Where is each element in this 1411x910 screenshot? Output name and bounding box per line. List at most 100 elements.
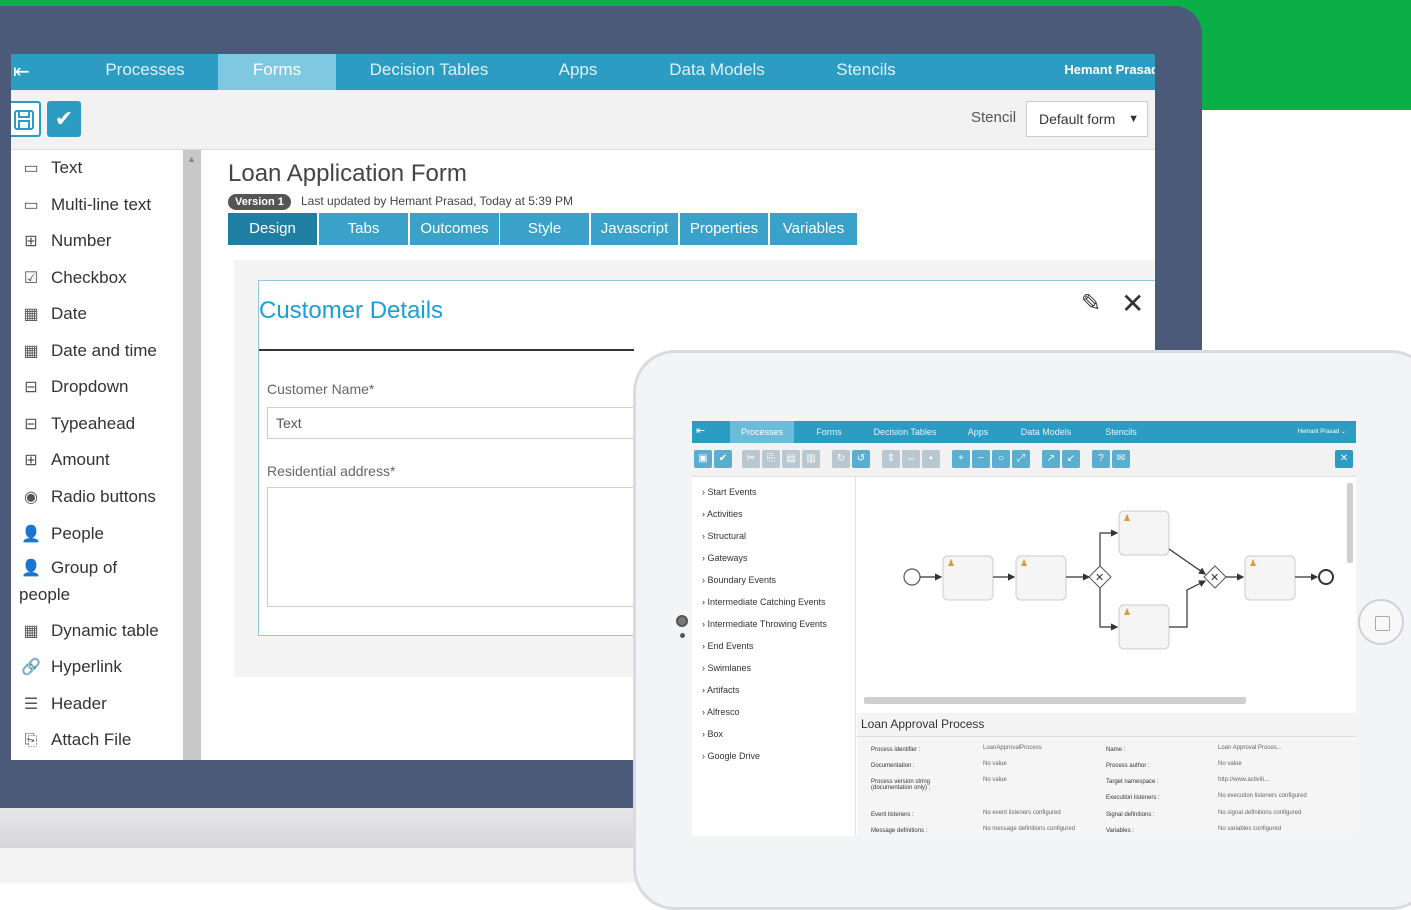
form-tab-outcomes[interactable]: Outcomes	[410, 213, 499, 245]
properties-header[interactable]: Loan Approval Process	[857, 713, 1356, 737]
form-tab-design[interactable]: Design	[228, 213, 317, 245]
palette-group-swimlanes[interactable]: › Swimlanes	[702, 663, 751, 673]
palette-item-date[interactable]: ▦ Date	[19, 299, 86, 329]
help-icon[interactable]: ?	[1092, 450, 1110, 468]
prop-value[interactable]: No value	[983, 777, 1007, 783]
palette-scrollbar[interactable]: ▲	[183, 150, 201, 760]
bend-add-icon[interactable]: ↗	[1042, 450, 1060, 468]
form-tab-javascript[interactable]: Javascript	[591, 213, 678, 245]
form-tab-variables[interactable]: Variables	[770, 213, 857, 245]
palette-item-people[interactable]: 👤 People	[19, 519, 104, 549]
bend-remove-icon[interactable]: ↙	[1062, 450, 1080, 468]
palette-item-date-and-time[interactable]: ▦ Date and time	[19, 336, 156, 366]
prop-value[interactable]: LoanApprovalProcess	[983, 745, 1042, 751]
palette-item-dynamic-table[interactable]: ▦ Dynamic table	[19, 616, 158, 646]
customer-name-input[interactable]: Text	[267, 407, 647, 439]
nav-tab-apps[interactable]: Apps	[538, 54, 618, 90]
align-horizontal-icon[interactable]: ⇔	[902, 450, 920, 468]
zoom-fit-icon[interactable]: ⤢	[1012, 450, 1030, 468]
prop-value[interactable]: Loan Approval Proces...	[1218, 745, 1282, 751]
prop-value[interactable]: No execution listeners configured	[1218, 793, 1307, 799]
validate-button[interactable]: ✔	[47, 101, 81, 137]
palette-item-header[interactable]: ☰ Header	[19, 689, 107, 719]
palette-group-alfresco[interactable]: › Alfresco	[702, 707, 740, 717]
tablet-nav-tab-stencils[interactable]: Stencils	[1096, 421, 1146, 443]
tablet-home-button[interactable]	[1358, 599, 1404, 645]
zoom-in-icon[interactable]: +	[952, 450, 970, 468]
palette-item-typeahead[interactable]: ⊟ Typeahead	[19, 409, 135, 439]
tablet-nav-tab-decision-tables[interactable]: Decision Tables	[868, 421, 942, 443]
nav-tab-forms[interactable]: Forms	[218, 54, 336, 96]
palette-item-number[interactable]: ⊞ Number	[19, 226, 111, 256]
scroll-up-icon[interactable]: ▲	[187, 154, 196, 164]
palette-item-radio-buttons[interactable]: ◉ Radio buttons	[19, 482, 156, 512]
prop-value[interactable]: No variables configured	[1218, 826, 1281, 832]
zoom-actual-icon[interactable]: ○	[992, 450, 1010, 468]
align-vertical-icon[interactable]: ⇕	[882, 450, 900, 468]
pencil-icon[interactable]: ✎	[1081, 289, 1101, 318]
prop-value[interactable]: No value	[983, 761, 1007, 767]
palette-item-hyperlink[interactable]: 🔗 Hyperlink	[19, 652, 122, 682]
app-logo-icon[interactable]: ⇤	[696, 424, 705, 437]
form-tab-properties[interactable]: Properties	[680, 213, 768, 245]
palette-group-google-drive[interactable]: › Google Drive	[702, 751, 760, 761]
feedback-icon[interactable]: ✉	[1112, 450, 1130, 468]
palette-item-multiline-text[interactable]: ▭ Multi-line text	[19, 190, 151, 220]
close-icon[interactable]: ✕	[1335, 450, 1353, 468]
save-button[interactable]	[11, 101, 41, 137]
palette-group-intermediate-catching[interactable]: › Intermediate Catching Events	[702, 597, 826, 607]
palette-group-activities[interactable]: › Activities	[702, 509, 743, 519]
nav-tab-processes[interactable]: Processes	[86, 54, 204, 90]
redo-icon[interactable]: ↻	[832, 450, 850, 468]
palette-group-structural[interactable]: › Structural	[702, 531, 746, 541]
palette-item-amount[interactable]: ⊞ Amount	[19, 445, 109, 475]
same-size-icon[interactable]: ▪	[922, 450, 940, 468]
checkmark-icon[interactable]: ✔	[714, 450, 732, 468]
nav-tab-data-models[interactable]: Data Models	[657, 54, 777, 90]
save-icon[interactable]: ▣	[694, 450, 712, 468]
palette-group-artifacts[interactable]: › Artifacts	[702, 685, 740, 695]
palette-item-group-of-people[interactable]: 👤 Group of people	[19, 555, 169, 604]
paste-icon[interactable]: ▤	[782, 450, 800, 468]
undo-icon[interactable]: ↺	[852, 450, 870, 468]
palette-group-boundary-events[interactable]: › Boundary Events	[702, 575, 776, 585]
palette-item-checkbox[interactable]: ☑ Checkbox	[19, 263, 127, 293]
prop-value[interactable]: No event listeners configured	[983, 810, 1061, 816]
prop-value[interactable]: No value	[1218, 761, 1242, 767]
nav-tab-stencils[interactable]: Stencils	[821, 54, 911, 90]
zoom-out-icon[interactable]: −	[972, 450, 990, 468]
tablet-user-menu[interactable]: Hemant Prasad ⌄	[1298, 421, 1346, 443]
prop-value[interactable]: No signal definitions configured	[1218, 810, 1301, 816]
prop-value[interactable]: http://www.activiti...	[1218, 777, 1269, 783]
app-logo-icon[interactable]: ⇤	[13, 61, 35, 83]
form-tab-tabs[interactable]: Tabs	[319, 213, 408, 245]
palette-group-end-events[interactable]: › End Events	[702, 641, 754, 651]
tablet-nav-tab-forms[interactable]: Forms	[804, 421, 854, 443]
copy-icon[interactable]: ⎘	[762, 450, 780, 468]
process-diagram-canvas[interactable]: ♟ ♟ ✕ ♟ ♟ ✕ ♟	[857, 477, 1356, 711]
diagram-vertical-scrollbar[interactable]	[1347, 483, 1353, 563]
residential-address-textarea[interactable]	[267, 487, 647, 607]
palette-group-box[interactable]: › Box	[702, 729, 723, 739]
palette-item-text[interactable]: ▭ Text	[19, 153, 82, 183]
palette-group-intermediate-throwing[interactable]: › Intermediate Throwing Events	[702, 619, 827, 629]
palette-item-attach-file[interactable]: ⎘ Attach File	[19, 725, 132, 755]
palette-item-dropdown[interactable]: ⊟ Dropdown	[19, 372, 128, 402]
form-tab-style[interactable]: Style	[500, 213, 589, 245]
diagram-horizontal-scrollbar[interactable]	[864, 697, 1246, 704]
customer-name-label: Customer Name*	[267, 381, 375, 397]
palette-group-start-events[interactable]: › Start Events	[702, 487, 757, 497]
tablet-nav-tab-processes[interactable]: Processes	[730, 421, 794, 443]
stencil-select[interactable]: Default form ▼	[1026, 101, 1148, 137]
tablet-nav-tab-data-models[interactable]: Data Models	[1014, 421, 1078, 443]
close-icon[interactable]: ✕	[1121, 287, 1144, 320]
version-badge: Version 1	[228, 194, 291, 210]
nav-tab-decision-tables[interactable]: Decision Tables	[354, 54, 504, 90]
delete-icon[interactable]: ▥	[802, 450, 820, 468]
process-title: Loan Approval Process	[861, 717, 985, 731]
cut-icon[interactable]: ✂	[742, 450, 760, 468]
user-menu[interactable]: Hemant Prasad	[1064, 54, 1155, 90]
prop-value[interactable]: No message definitions configured	[983, 826, 1075, 832]
palette-group-gateways[interactable]: › Gateways	[702, 553, 748, 563]
tablet-nav-tab-apps[interactable]: Apps	[958, 421, 998, 443]
